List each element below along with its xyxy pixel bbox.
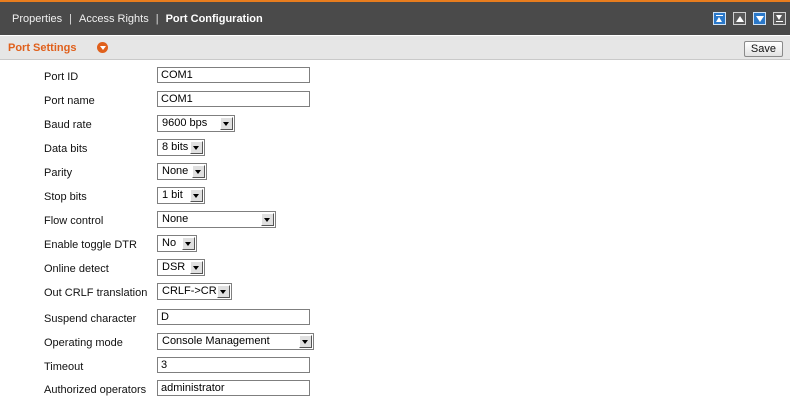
stop-bits-value: 1 bit xyxy=(162,189,183,201)
operating-mode-label: Operating mode xyxy=(44,337,123,349)
chevron-down-icon[interactable] xyxy=(220,117,233,130)
authorized-operators-input[interactable]: administrator xyxy=(157,380,310,396)
move-top-icon[interactable] xyxy=(713,12,726,25)
tab-separator: | xyxy=(155,13,159,25)
chevron-down-icon[interactable] xyxy=(190,261,203,274)
field-row-stop-bits: Stop bits 1 bit xyxy=(0,187,790,207)
tab-port-configuration[interactable]: Port Configuration xyxy=(166,13,263,25)
parity-select[interactable]: None xyxy=(157,163,207,180)
field-row-port-name: Port name COM1 xyxy=(0,91,790,111)
top-navigation-bar: Properties | Access Rights | Port Configurat… xyxy=(0,0,790,35)
baud-rate-select[interactable]: 9600 bps xyxy=(157,115,235,132)
chevron-down-icon[interactable] xyxy=(299,335,312,348)
chevron-down-icon[interactable] xyxy=(190,141,203,154)
move-bottom-icon[interactable] xyxy=(773,12,786,25)
field-row-online-detect: Online detect DSR xyxy=(0,259,790,279)
stop-bits-label: Stop bits xyxy=(44,191,87,203)
suspend-character-label: Suspend character xyxy=(44,313,137,325)
tab-strip: Properties | Access Rights | Port Configurat… xyxy=(12,13,263,25)
data-bits-value: 8 bits xyxy=(162,141,189,153)
baud-rate-label: Baud rate xyxy=(44,119,92,131)
port-id-input[interactable]: COM1 xyxy=(157,67,310,83)
timeout-label: Timeout xyxy=(44,361,84,373)
field-row-flow-control: Flow control None xyxy=(0,211,790,231)
field-row-baud-rate: Baud rate 9600 bps xyxy=(0,115,790,135)
move-down-icon[interactable] xyxy=(753,12,766,25)
field-row-out-crlf-translation: Out CRLF translation CRLF->CR xyxy=(0,283,790,303)
flow-control-select[interactable]: None xyxy=(157,211,276,228)
field-row-suspend-character: Suspend character D xyxy=(0,309,790,329)
field-row-authorized-operators: Authorized operators administrator xyxy=(0,380,790,400)
out-crlf-translation-value: CRLF->CR xyxy=(162,285,217,297)
chevron-down-icon[interactable] xyxy=(261,213,274,226)
field-row-data-bits: Data bits 8 bits xyxy=(0,139,790,159)
baud-rate-value: 9600 bps xyxy=(162,117,208,129)
stop-bits-select[interactable]: 1 bit xyxy=(157,187,205,204)
parity-label: Parity xyxy=(44,167,73,179)
chevron-down-icon[interactable] xyxy=(190,189,203,202)
panel-order-controls xyxy=(713,12,786,25)
tab-properties[interactable]: Properties xyxy=(12,13,62,25)
timeout-input[interactable]: 3 xyxy=(157,357,310,373)
port-name-label: Port name xyxy=(44,95,95,107)
operating-mode-select[interactable]: Console Management xyxy=(157,333,314,350)
online-detect-label: Online detect xyxy=(44,263,109,275)
out-crlf-translation-select[interactable]: CRLF->CR xyxy=(157,283,232,300)
tab-separator: | xyxy=(69,13,72,25)
parity-value: None xyxy=(162,165,189,177)
flow-control-label: Flow control xyxy=(44,215,104,227)
port-id-label: Port ID xyxy=(44,71,79,83)
online-detect-select[interactable]: DSR xyxy=(157,259,205,276)
chevron-down-icon[interactable] xyxy=(217,285,230,298)
field-row-timeout: Timeout 3 xyxy=(0,357,790,377)
move-up-icon[interactable] xyxy=(733,12,746,25)
field-row-operating-mode: Operating mode Console Management xyxy=(0,333,790,353)
enable-toggle-dtr-value: No xyxy=(162,237,177,249)
enable-toggle-dtr-select[interactable]: No xyxy=(157,235,197,252)
save-button[interactable]: Save xyxy=(743,41,783,57)
field-row-parity: Parity None xyxy=(0,163,790,183)
chevron-down-icon[interactable] xyxy=(192,165,205,178)
collapse-arrow-icon[interactable] xyxy=(97,42,108,53)
operating-mode-value: Console Management xyxy=(162,335,270,347)
section-header: Port Settings Save xyxy=(0,36,790,60)
field-row-port-id: Port ID COM1 xyxy=(0,67,790,87)
section-title: Port Settings xyxy=(8,42,77,54)
authorized-operators-label: Authorized operators xyxy=(44,384,147,396)
flow-control-value: None xyxy=(162,213,189,225)
online-detect-value: DSR xyxy=(162,261,186,273)
port-name-input[interactable]: COM1 xyxy=(157,91,310,107)
out-crlf-translation-label: Out CRLF translation xyxy=(44,287,148,299)
data-bits-label: Data bits xyxy=(44,143,88,155)
enable-toggle-dtr-label: Enable toggle DTR xyxy=(44,239,137,251)
tab-access-rights[interactable]: Access Rights xyxy=(79,13,149,25)
chevron-down-icon[interactable] xyxy=(182,237,195,250)
field-row-enable-toggle-dtr: Enable toggle DTR No xyxy=(0,235,790,255)
suspend-character-input[interactable]: D xyxy=(157,309,310,325)
data-bits-select[interactable]: 8 bits xyxy=(157,139,205,156)
